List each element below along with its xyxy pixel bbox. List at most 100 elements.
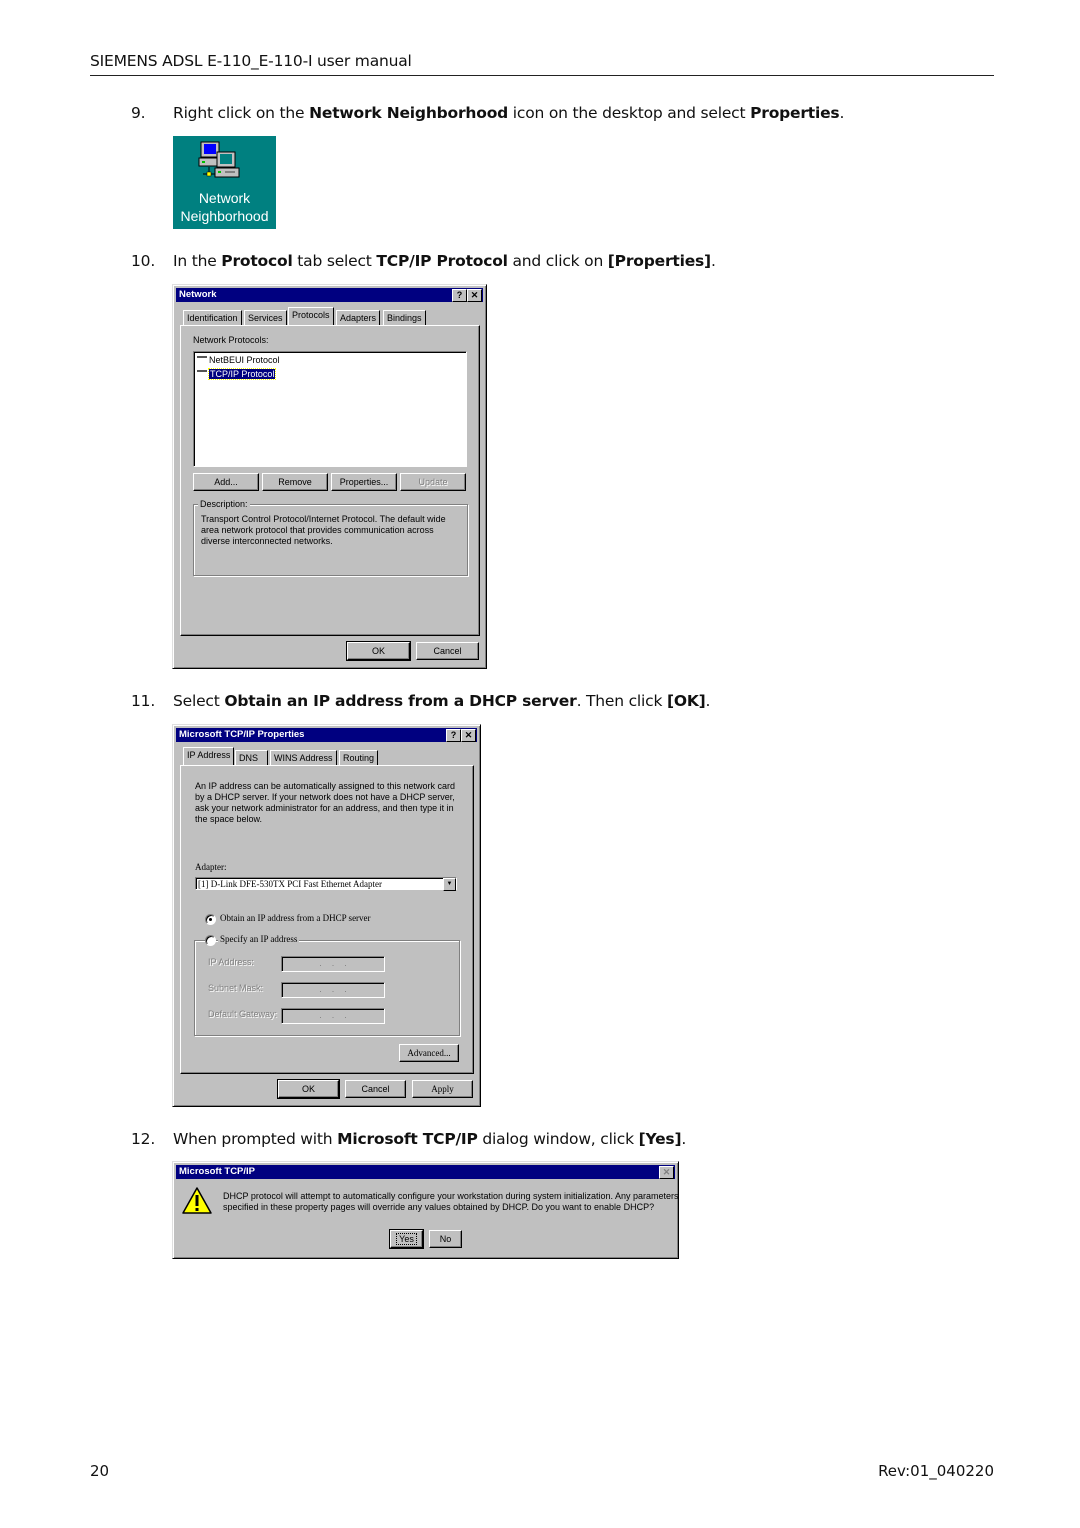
step-10: 10. In the Protocol tab select TCP/IP Pro… [131, 252, 716, 270]
apply-button[interactable]: Apply [412, 1080, 473, 1098]
tab-wins-address[interactable]: WINS Address [270, 750, 337, 765]
specify-ip-radio[interactable] [205, 935, 216, 946]
step-number: 10. [131, 252, 156, 270]
step-text: . [705, 692, 711, 710]
message-line: DHCP protocol will attempt to automatica… [223, 1191, 679, 1201]
subnet-mask-input[interactable]: . . . [281, 982, 385, 998]
adapter-select[interactable]: [1] D-Link DFE-530TX PCI Fast Ethernet A… [195, 877, 457, 891]
step-9: 9. Right click on the Network Neighborhoo… [131, 104, 844, 122]
intro-text: An IP address can be automatically assig… [195, 781, 455, 824]
step-bold: Obtain an IP address from a DHCP server [224, 692, 577, 710]
tab-bindings[interactable]: Bindings [383, 310, 426, 325]
header-rule [90, 75, 994, 76]
step-text: In the [173, 252, 222, 270]
ip-address-label: IP Address: [208, 957, 254, 967]
cancel-button[interactable]: Cancel [416, 642, 479, 660]
properties-button[interactable]: Properties... [331, 473, 397, 491]
step-text: Right click on the [173, 104, 310, 122]
step-12: 12. When prompted with Microsoft TCP/IP d… [131, 1130, 686, 1148]
confirm-message: DHCP protocol will attempt to automatica… [223, 1191, 679, 1213]
network-computers-icon [198, 141, 240, 178]
dialog-title: Microsoft TCP/IP Properties [179, 729, 305, 740]
specify-ip-label[interactable]: Specify an IP address [218, 934, 300, 944]
advanced-button[interactable]: Advanced... [399, 1044, 459, 1062]
ok-button[interactable]: OK [346, 641, 411, 661]
step-text: . Then click [576, 692, 667, 710]
default-gateway-input[interactable]: . . . [281, 1008, 385, 1024]
subnet-mask-label: Subnet Mask: [208, 983, 264, 993]
icon-label-line2: Neighborhood [180, 208, 269, 224]
cancel-button[interactable]: Cancel [345, 1080, 406, 1098]
protocol-list[interactable]: NetBEUI Protocol TCP/IP Protocol [193, 351, 467, 467]
network-dialog: Network ? ✕ Identification Services Prot… [172, 284, 487, 669]
step-bold: [Properties] [607, 252, 711, 270]
help-button[interactable]: ? [452, 289, 467, 302]
step-text: . [681, 1130, 687, 1148]
step-number: 11. [131, 692, 156, 710]
step-bold: [Yes] [638, 1130, 682, 1148]
tcpip-dialog-titlebar: Microsoft TCP/IP Properties ? ✕ [176, 728, 477, 742]
tab-dns[interactable]: DNS [235, 750, 268, 765]
dialog-title: Network [179, 289, 217, 300]
step-bold: [OK] [666, 692, 706, 710]
warning-icon [182, 1187, 212, 1214]
close-button[interactable]: ✕ [659, 1166, 674, 1179]
confirm-dialog-titlebar: Microsoft TCP/IP ✕ [176, 1165, 675, 1179]
ip-address-input[interactable]: . . . [281, 956, 385, 972]
tab-protocols[interactable]: Protocols [288, 307, 334, 325]
step-bold: Network Neighborhood [309, 104, 509, 122]
step-bold: Protocol [221, 252, 293, 270]
step-text: . [839, 104, 845, 122]
step-text: When prompted with [173, 1130, 338, 1148]
list-item-selected[interactable]: TCP/IP Protocol [197, 368, 277, 380]
ok-button[interactable]: OK [277, 1079, 340, 1099]
step-text: Select [173, 692, 225, 710]
step-text: tab select [292, 252, 377, 270]
step-text: and click on [507, 252, 608, 270]
step-number: 9. [131, 104, 146, 122]
protocol-icon [197, 355, 207, 366]
tab-identification[interactable]: Identification [183, 310, 242, 325]
network-dialog-titlebar: Network ? ✕ [176, 288, 483, 302]
dialog-title: Microsoft TCP/IP [179, 1166, 256, 1177]
dropdown-arrow-button[interactable]: ▼ [443, 878, 456, 891]
step-text: . [710, 252, 716, 270]
help-button[interactable]: ? [446, 729, 461, 742]
yes-button[interactable]: Yes [389, 1229, 424, 1249]
no-button[interactable]: No [429, 1230, 462, 1248]
remove-button[interactable]: Remove [262, 473, 328, 491]
step-11: 11. Select Obtain an IP address from a DH… [131, 692, 710, 710]
message-line: specified in these property pages will o… [223, 1202, 655, 1212]
protocol-name: NetBEUI Protocol [209, 355, 280, 365]
step-bold: TCP/IP Protocol [376, 252, 508, 270]
add-button[interactable]: Add... [193, 473, 259, 491]
step-bold: Properties [750, 104, 840, 122]
protocol-icon [197, 369, 207, 380]
tab-adapters[interactable]: Adapters [336, 310, 381, 325]
desktop-icon-label: Network Neighborhood [173, 189, 276, 225]
list-item[interactable]: NetBEUI Protocol [197, 355, 280, 366]
step-bold: Microsoft TCP/IP [337, 1130, 478, 1148]
update-button[interactable]: Update [400, 473, 466, 491]
description-label: Description: [198, 499, 250, 509]
network-neighborhood-desktop-icon[interactable]: Network Neighborhood [173, 136, 276, 229]
obtain-ip-radio[interactable] [205, 914, 216, 925]
page-number: 20 [90, 1462, 110, 1480]
close-button[interactable]: ✕ [467, 289, 482, 302]
network-protocols-label: Network Protocols: [193, 335, 269, 345]
icon-label-line1: Network [198, 190, 251, 206]
obtain-ip-label[interactable]: Obtain an IP address from a DHCP server [220, 913, 371, 924]
tab-services[interactable]: Services [244, 310, 287, 325]
adapter-value: [1] D-Link DFE-530TX PCI Fast Ethernet A… [198, 879, 382, 889]
protocol-name: TCP/IP Protocol [207, 368, 277, 380]
tab-routing[interactable]: Routing [339, 750, 379, 765]
dhcp-confirm-dialog: Microsoft TCP/IP ✕ DHCP protocol will at… [172, 1161, 679, 1259]
revision-label: Rev:01_040220 [878, 1462, 994, 1480]
step-text: icon on the desktop and select [508, 104, 751, 122]
adapter-label: Adapter: [195, 862, 227, 872]
tab-ip-address[interactable]: IP Address [183, 747, 235, 765]
default-gateway-label: Default Gateway: [208, 1009, 278, 1019]
description-text: Transport Control Protocol/Internet Prot… [201, 514, 446, 546]
document-header: SIEMENS ADSL E-110_E-110-I user manual [90, 52, 412, 70]
close-button[interactable]: ✕ [461, 729, 476, 742]
